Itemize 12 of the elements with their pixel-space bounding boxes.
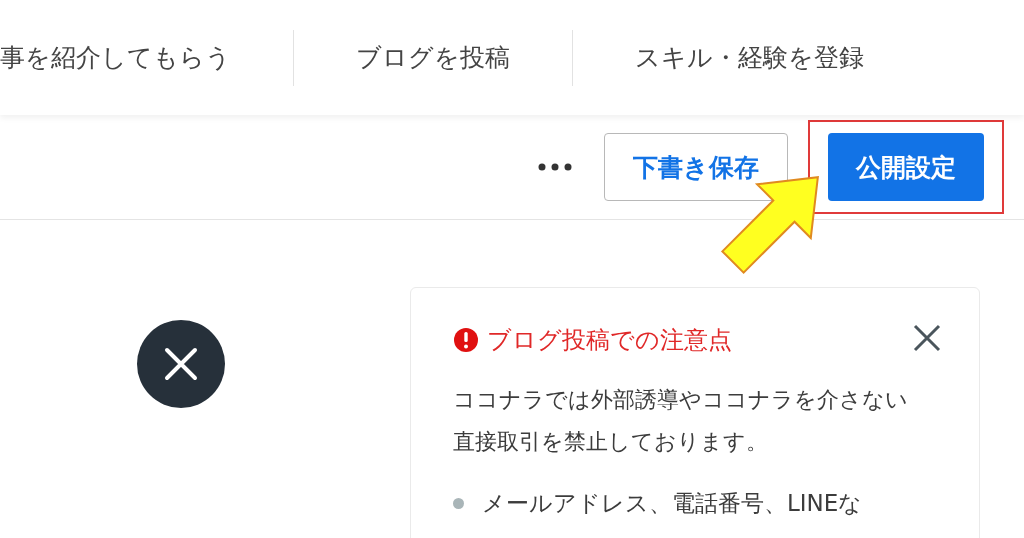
bullet-text: メールアドレス、電話番号、LINEな <box>482 489 863 518</box>
warning-icon <box>453 327 479 353</box>
notice-text: ココナラでは外部誘導やココナラを介さない直接取引を禁止しております。 <box>453 385 909 456</box>
publish-button[interactable]: 公開設定 <box>828 133 984 201</box>
bullet-dot <box>453 498 464 509</box>
nav-tab[interactable]: ブログを投稿 <box>293 29 572 86</box>
notice-title: ブログ投稿での注意点 <box>487 325 732 356</box>
close-icon <box>164 347 198 381</box>
nav-tab[interactable]: 事を紹介してもらう <box>0 29 293 86</box>
nav-tab[interactable]: スキル・経験を登録 <box>572 29 926 86</box>
more-icon[interactable] <box>538 163 572 171</box>
save-draft-button[interactable]: 下書き保存 <box>604 133 788 201</box>
